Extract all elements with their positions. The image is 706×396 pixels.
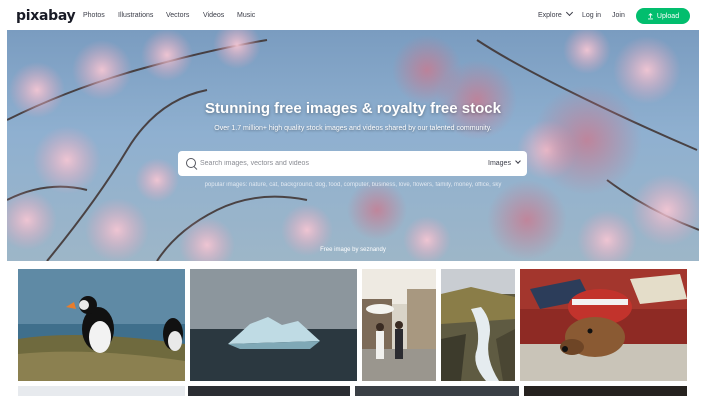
search-bar: Images	[178, 151, 527, 176]
popular-tags[interactable]: popular images: nature, cat, background,…	[7, 182, 699, 188]
pixabay-logo[interactable]: pixabay	[16, 8, 76, 24]
upload-button[interactable]: Upload	[636, 8, 690, 24]
explore-label: Explore	[538, 12, 562, 19]
puffin-photo[interactable]	[18, 269, 185, 381]
nav-music[interactable]: Music	[237, 12, 255, 19]
hero-title: Stunning free images & royalty free stoc…	[205, 100, 501, 117]
top-navigation: pixabay Photos Illustrations Vectors Vid…	[0, 0, 706, 32]
gallery-photo[interactable]	[355, 386, 519, 396]
search-type-dropdown[interactable]: Images	[488, 158, 521, 167]
gallery-photo[interactable]	[188, 386, 350, 396]
upload-icon	[647, 12, 653, 19]
gallery-photo[interactable]	[18, 386, 185, 396]
nav-videos[interactable]: Videos	[203, 12, 224, 19]
search-type-label: Images	[488, 160, 511, 167]
hero-banner: Stunning free images & royalty free stoc…	[7, 30, 699, 261]
nav-photos[interactable]: Photos	[83, 12, 105, 19]
cherry-blossom-background	[7, 30, 699, 261]
dog-in-hat-photo[interactable]	[520, 269, 687, 381]
chevron-down-icon	[515, 158, 521, 164]
upload-label: Upload	[656, 12, 680, 20]
chevron-down-icon	[565, 8, 573, 17]
waterfall-photo[interactable]	[441, 269, 515, 381]
hero-subtitle: Over 1.7 million+ high quality stock ima…	[214, 125, 492, 132]
search-icon[interactable]	[186, 158, 196, 168]
image-credit[interactable]: Free image by seznandy	[7, 247, 699, 253]
gallery-photo[interactable]	[524, 386, 687, 396]
nav-illustrations[interactable]: Illustrations	[118, 12, 153, 19]
street-couple-photo[interactable]	[362, 269, 436, 381]
login-link[interactable]: Log in	[582, 12, 601, 19]
iceberg-photo[interactable]	[190, 269, 357, 381]
explore-menu[interactable]: Explore	[538, 8, 573, 19]
nav-vectors[interactable]: Vectors	[166, 12, 189, 19]
search-input[interactable]	[200, 155, 450, 172]
join-link[interactable]: Join	[612, 12, 625, 19]
